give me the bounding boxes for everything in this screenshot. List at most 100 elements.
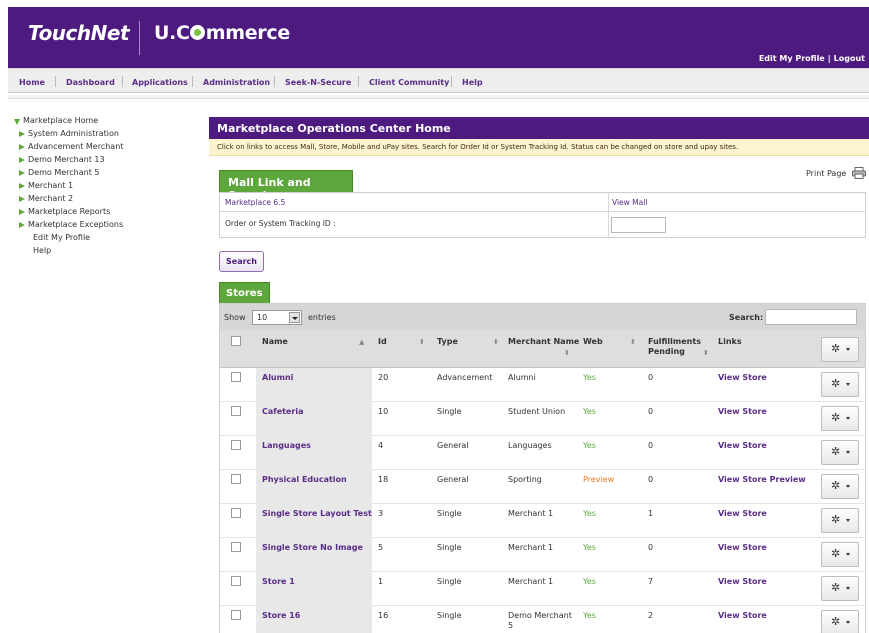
view-store-preview-link[interactable]: View Store Preview (718, 475, 806, 485)
column-header-merchant-name[interactable]: Merchant Name (508, 337, 579, 347)
nav-home[interactable]: Home (19, 78, 45, 87)
row-checkbox[interactable] (231, 542, 241, 552)
table-search-input[interactable] (765, 309, 857, 325)
entries-value: 10 (257, 313, 268, 322)
store-type: Single (437, 611, 462, 620)
nav-divider (55, 76, 56, 87)
view-store-link[interactable]: View Store (718, 373, 767, 383)
row-checkbox[interactable] (231, 610, 241, 620)
row-actions-button[interactable]: ✲ (821, 474, 859, 499)
row-actions-button[interactable]: ✲ (821, 440, 859, 465)
row-actions-button[interactable]: ✲ (821, 372, 859, 397)
row-actions-button[interactable]: ✲ (821, 576, 859, 601)
store-name-link[interactable]: Physical Education (262, 475, 347, 485)
sidebar-item-merchant-1[interactable]: Merchant 1 (14, 181, 194, 194)
sort-icon[interactable]: ⬍ (630, 338, 636, 346)
store-name-link[interactable]: Cafeteria (262, 407, 304, 417)
store-name-link[interactable]: Store 16 (262, 611, 300, 621)
column-header-fulfillments[interactable]: Fulfillments (648, 337, 701, 347)
store-name-link[interactable]: Alumni (262, 373, 293, 383)
view-store-link[interactable]: View Store (718, 577, 767, 587)
sidebar-item-demo-merchant-5[interactable]: Demo Merchant 5 (14, 168, 194, 181)
nav-administration[interactable]: Administration (203, 78, 270, 87)
caret-down-icon (846, 485, 850, 488)
row-actions-button[interactable]: ✲ (821, 542, 859, 567)
store-name-link[interactable]: Single Store Layout Test (262, 509, 372, 519)
store-type: Single (437, 509, 462, 518)
column-header-type[interactable]: Type (437, 337, 458, 347)
nav-help[interactable]: Help (462, 78, 483, 87)
column-header-web[interactable]: Web (583, 337, 603, 347)
header-actions-button[interactable]: ✲ (821, 337, 859, 362)
tracking-id-input[interactable] (611, 217, 666, 233)
sort-icon[interactable]: ⬍ (419, 338, 425, 346)
nav-dashboard[interactable]: Dashboard (66, 78, 115, 87)
store-type: Single (437, 543, 462, 552)
store-name-link[interactable]: Single Store No Image (262, 543, 363, 553)
row-checkbox[interactable] (231, 508, 241, 518)
nav-applications[interactable]: Applications (132, 78, 188, 87)
row-checkbox[interactable] (231, 406, 241, 416)
sort-icon[interactable]: ⬍ (493, 338, 499, 346)
view-store-link[interactable]: View Store (718, 509, 767, 519)
store-name-link[interactable]: Store 1 (262, 577, 295, 587)
row-checkbox[interactable] (231, 440, 241, 450)
merchant-name: Student Union (508, 407, 566, 416)
view-store-link[interactable]: View Store (718, 407, 767, 417)
sidebar-item-system-administration[interactable]: System Administration (14, 129, 194, 142)
sidebar-item-marketplace-home[interactable]: Marketplace Home (14, 116, 194, 129)
printer-icon[interactable] (852, 167, 866, 179)
print-page-link[interactable]: Print Page (806, 169, 846, 178)
row-actions-button[interactable]: ✲ (821, 508, 859, 533)
sort-icon[interactable]: ⬍ (564, 349, 570, 357)
view-mall-link[interactable]: View Mall (612, 198, 647, 207)
page-title-banner: Marketplace Operations Center Home (209, 117, 869, 139)
mall-link-search-tab: Mall Link and Search (219, 170, 353, 202)
store-id: 18 (378, 475, 389, 484)
nav-seek-n-secure[interactable]: Seek-N-Secure (285, 78, 351, 87)
sidebar-item-merchant-2[interactable]: Merchant 2 (14, 194, 194, 207)
fulfillments-pending: 7 (648, 577, 654, 586)
sort-icon[interactable]: ⬍ (703, 349, 709, 357)
gear-icon: ✲ (831, 479, 841, 492)
column-header-pending[interactable]: Pending (648, 347, 685, 357)
logout-link[interactable]: Logout (834, 54, 865, 63)
view-store-link[interactable]: View Store (718, 543, 767, 553)
info-notice-text: Click on links to access Mall, Store, Mo… (217, 143, 739, 151)
sidebar-item-label: Demo Merchant 5 (28, 168, 100, 177)
web-status: Yes (583, 611, 596, 620)
sidebar-item-edit-my-profile[interactable]: Edit My Profile (14, 233, 194, 246)
search-button[interactable]: Search (219, 251, 264, 272)
row-actions-button[interactable]: ✲ (821, 610, 859, 633)
row-actions-button[interactable]: ✲ (821, 406, 859, 431)
table-row: Cafeteria 10 Single Student Union Yes 0 … (220, 402, 865, 436)
ucommerce-o-mark-icon (190, 25, 206, 40)
nav-client-community[interactable]: Client Community (369, 78, 449, 87)
row-checkbox[interactable] (231, 474, 241, 484)
sidebar-item-marketplace-exceptions[interactable]: Marketplace Exceptions (14, 220, 194, 233)
merchant-name: Languages (508, 441, 552, 450)
row-checkbox[interactable] (231, 372, 241, 382)
row-checkbox[interactable] (231, 576, 241, 586)
store-type: Single (437, 577, 462, 586)
marketplace-name-link[interactable]: Marketplace 6.5 (225, 198, 285, 207)
view-store-link[interactable]: View Store (718, 441, 767, 451)
sidebar-item-help[interactable]: Help (14, 246, 194, 259)
select-all-checkbox[interactable] (231, 336, 241, 346)
sort-asc-icon[interactable]: ▲ (359, 338, 364, 346)
column-header-name[interactable]: Name (262, 337, 288, 347)
sidebar-item-marketplace-reports[interactable]: Marketplace Reports (14, 207, 194, 220)
column-header-id[interactable]: Id (378, 337, 387, 347)
entries-select[interactable]: 10 (252, 310, 302, 325)
store-name-link[interactable]: Languages (262, 441, 311, 451)
merchant-name: Sporting (508, 475, 542, 484)
page-title: Marketplace Operations Center Home (217, 122, 451, 135)
web-status: Yes (583, 407, 596, 416)
view-store-link[interactable]: View Store (718, 611, 767, 621)
nav-divider (122, 76, 123, 87)
sidebar-item-advancement-merchant[interactable]: Advancement Merchant (14, 142, 194, 155)
ucommerce-logo: U.C mmerce (154, 22, 290, 44)
table-search-label: Search: (729, 313, 764, 322)
sidebar-item-demo-merchant-13[interactable]: Demo Merchant 13 (14, 155, 194, 168)
edit-profile-link[interactable]: Edit My Profile (759, 54, 825, 63)
